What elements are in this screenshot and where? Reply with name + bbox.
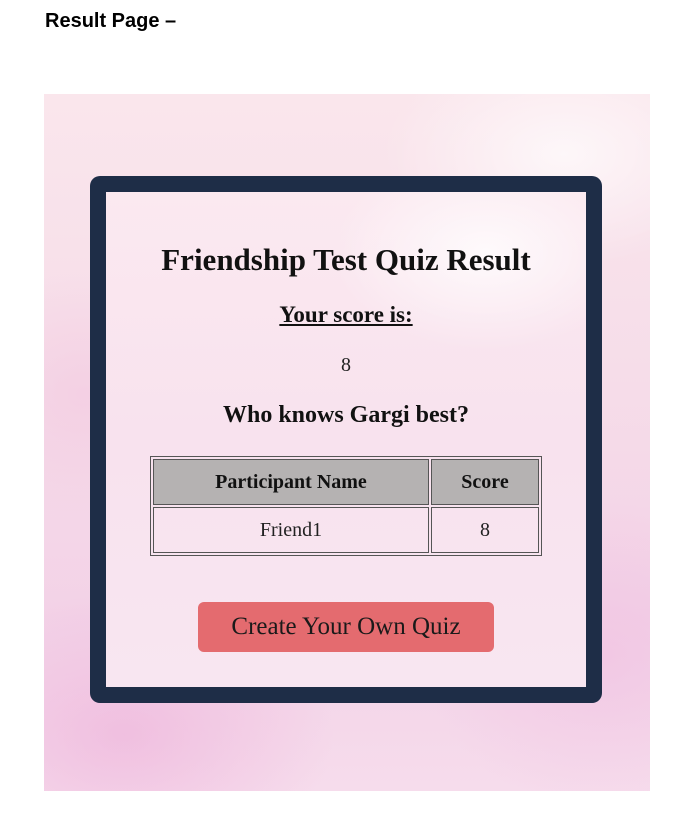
participants-table: Participant Name Score Friend1 8: [150, 456, 542, 556]
score-label: Your score is:: [279, 302, 413, 327]
who-knows-heading: Who knows Gargi best?: [222, 402, 470, 428]
document-heading: Result Page –: [45, 10, 177, 32]
column-header-participant-name: Participant Name: [153, 459, 429, 505]
quiz-result-content: Friendship Test Quiz Result Your score i…: [106, 192, 586, 687]
result-page-screenshot: Friendship Test Quiz Result Your score i…: [44, 94, 650, 791]
score-value: 8: [341, 354, 351, 376]
column-header-score: Score: [431, 459, 539, 505]
create-your-own-quiz-button[interactable]: Create Your Own Quiz: [198, 602, 494, 652]
participant-score-cell: 8: [431, 507, 539, 553]
quiz-title: Friendship Test Quiz Result: [161, 242, 531, 277]
table-row: Friend1 8: [153, 507, 539, 553]
table-header-row: Participant Name Score: [153, 459, 539, 505]
participant-name-cell: Friend1: [153, 507, 429, 553]
quiz-result-card: Friendship Test Quiz Result Your score i…: [90, 176, 602, 703]
